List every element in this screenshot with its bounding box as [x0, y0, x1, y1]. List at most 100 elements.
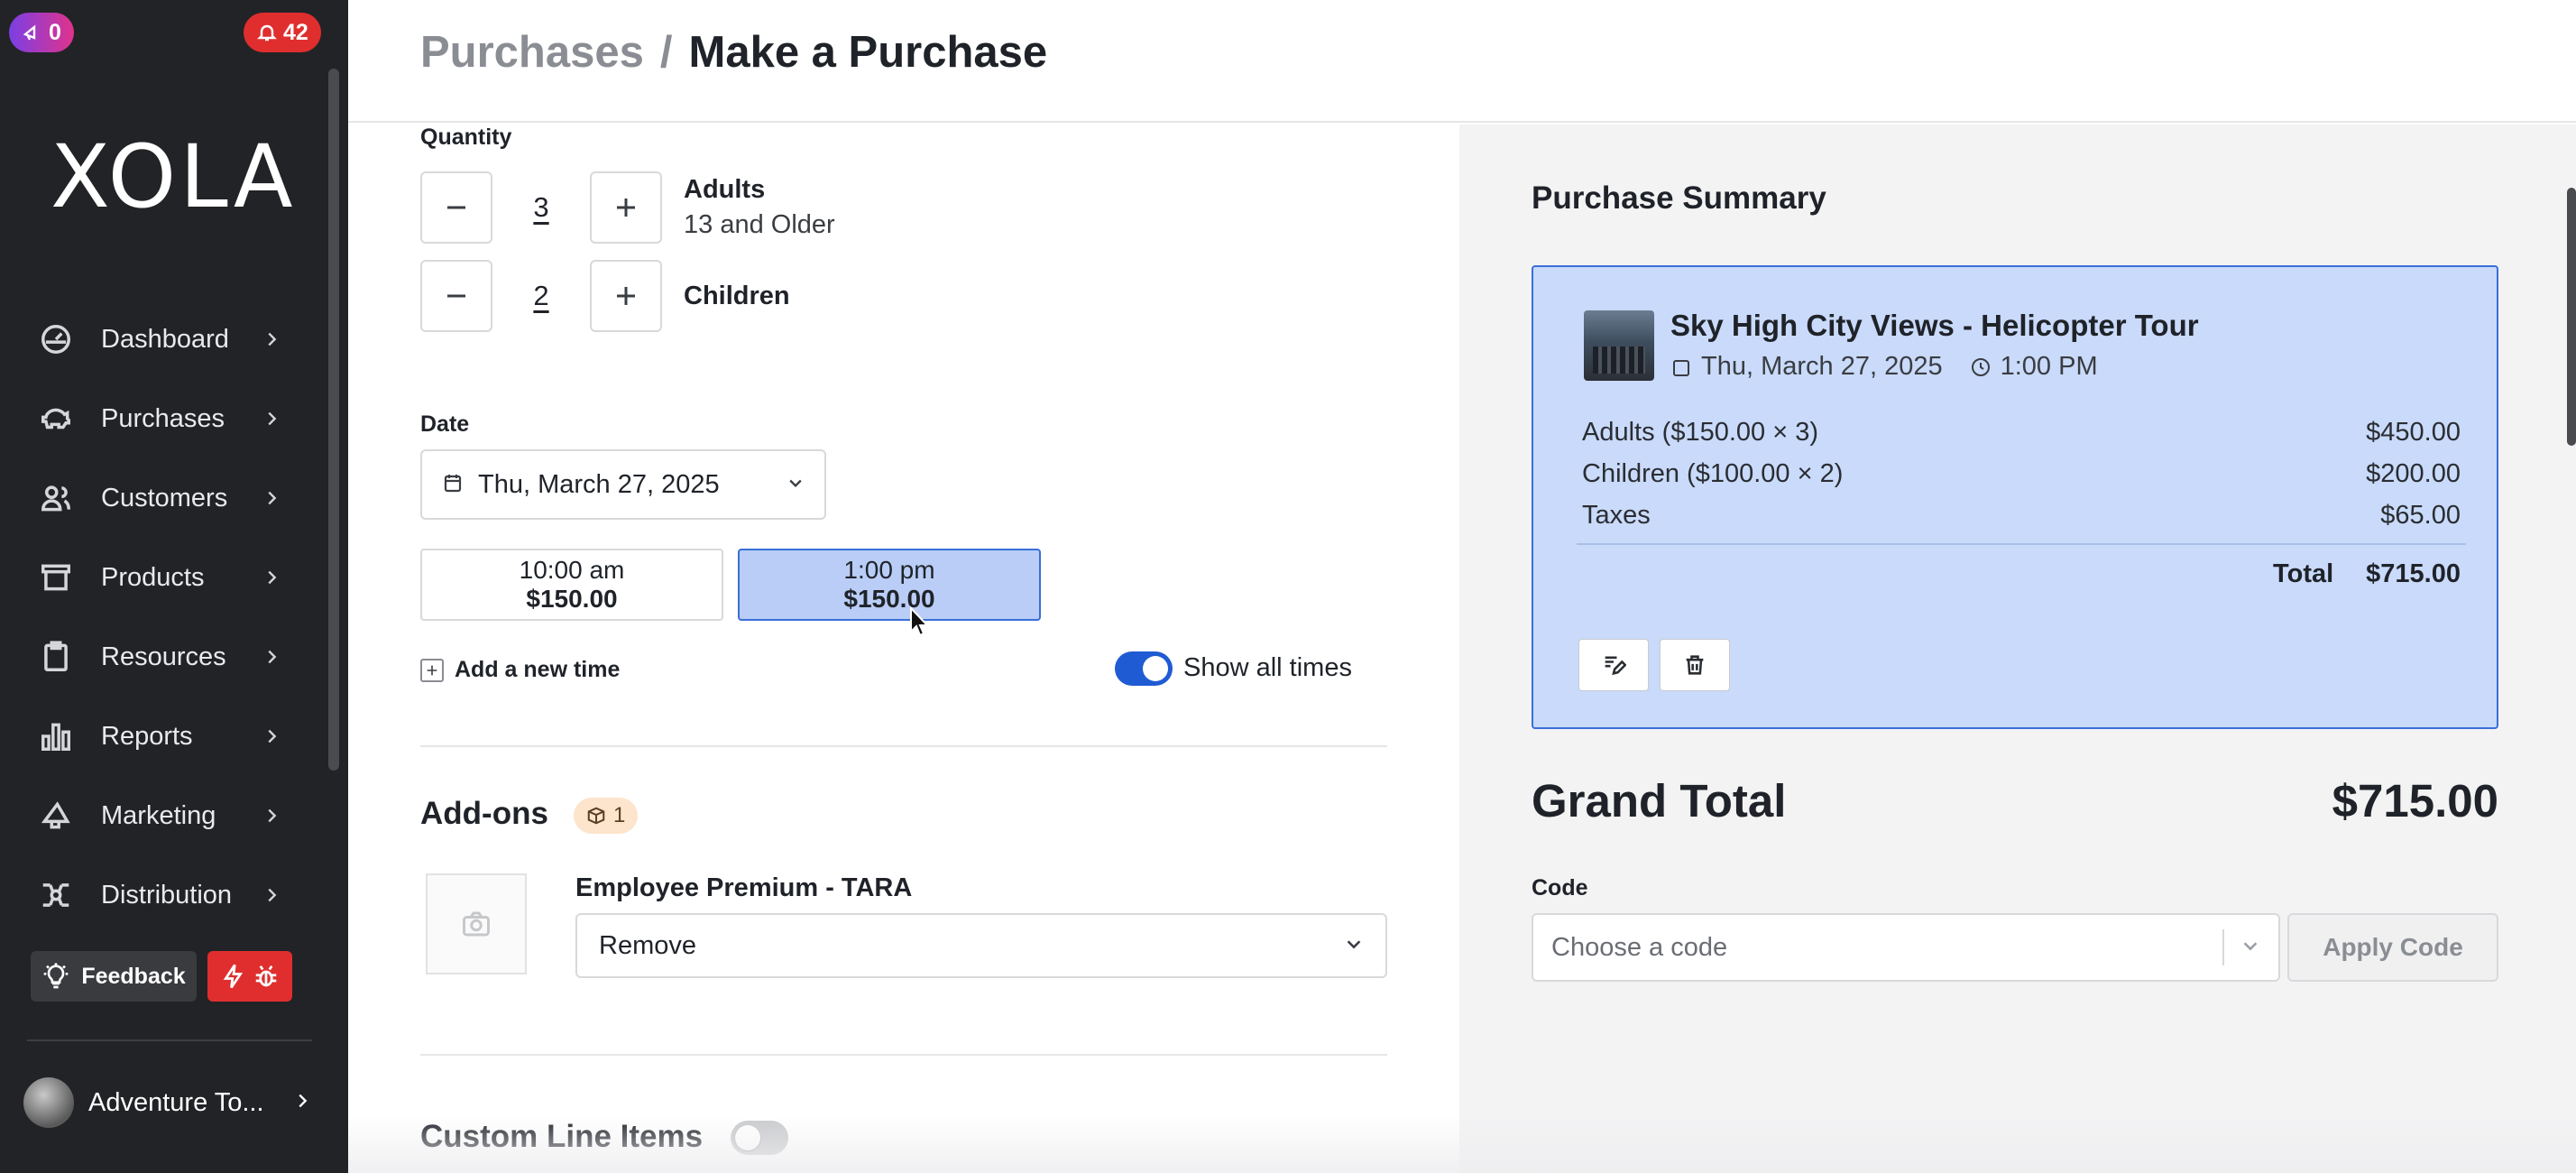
toggle-knob	[735, 1125, 760, 1150]
delete-item-button[interactable]	[1660, 639, 1730, 691]
archive-box-icon	[38, 559, 74, 596]
xola-logo[interactable]: XOLA	[51, 134, 297, 220]
sidebar-scrollbar[interactable]	[328, 69, 339, 771]
line-item-label: Children ($100.00 × 2)	[1582, 458, 1844, 488]
clipboard-icon	[38, 639, 74, 675]
minus-icon	[447, 206, 465, 209]
addon-action-value: Remove	[599, 930, 696, 960]
sidebar-item-label: Marketing	[101, 800, 216, 830]
code-select[interactable]: Choose a code	[1532, 913, 2280, 982]
product-title: Sky High City Views - Helicopter Tour	[1670, 309, 2199, 342]
sidebar-item-label: Purchases	[101, 403, 225, 433]
breadcrumb: Purchases / Make a Purchase	[420, 27, 1047, 78]
total-value: $715.00	[2366, 559, 2461, 588]
edit-icon	[1605, 656, 1626, 676]
children-label: Children	[684, 281, 790, 310]
trash-icon	[1686, 655, 1704, 675]
megaphone-icon	[23, 24, 36, 41]
chevron-right-icon	[262, 806, 281, 826]
children-increment-button[interactable]	[590, 260, 662, 332]
breadcrumb-purchases-link[interactable]: Purchases	[420, 27, 644, 78]
breadcrumb-separator: /	[659, 28, 673, 77]
total-row: Total $715.00	[1582, 554, 2461, 594]
quantity-row-children: 2 Children	[420, 260, 790, 332]
chevron-down-icon	[787, 474, 805, 496]
lightbulb-icon	[43, 963, 69, 989]
date-picker[interactable]: Thu, March 27, 2025	[420, 449, 826, 520]
show-all-times-toggle[interactable]	[1115, 651, 1173, 686]
time-slot-10am[interactable]: 10:00 am $150.00	[420, 549, 723, 621]
sidebar-divider	[27, 1039, 312, 1041]
time-slot-time: 1:00 pm	[843, 556, 935, 584]
adults-decrement-button[interactable]	[420, 171, 492, 244]
feedback-label: Feedback	[81, 963, 186, 989]
page-title: Make a Purchase	[688, 28, 1048, 77]
chevron-right-icon	[262, 329, 281, 349]
children-decrement-button[interactable]	[420, 260, 492, 332]
account-name: Adventure To...	[88, 1087, 264, 1117]
product-schedule: Thu, March 27, 2025 1:00 PM	[1670, 352, 2098, 382]
chevron-right-icon	[292, 1091, 312, 1115]
sidebar-item-distribution[interactable]: Distribution	[0, 855, 325, 935]
sidebar-item-products[interactable]: Products	[0, 538, 325, 617]
plus-square-icon	[420, 658, 444, 682]
total-label: Total	[2273, 559, 2334, 588]
plus-icon	[617, 199, 635, 217]
time-slot-price: $150.00	[526, 585, 618, 613]
account-menu[interactable]: Adventure To...	[23, 1077, 312, 1128]
section-divider	[420, 745, 1387, 747]
dashboard-icon	[38, 321, 74, 357]
line-item-amount: $65.00	[2380, 500, 2461, 530]
edit-item-button[interactable]	[1578, 639, 1649, 691]
custom-line-items-toggle[interactable]	[731, 1121, 788, 1155]
notifications-count: 42	[283, 19, 308, 45]
children-quantity-value[interactable]: 2	[492, 280, 590, 312]
apply-code-button[interactable]: Apply Code	[2287, 913, 2498, 982]
sidebar-item-label: Products	[101, 562, 205, 592]
add-new-time-label: Add a new time	[455, 657, 621, 682]
notifications-badge[interactable]: 42	[244, 13, 321, 52]
sidebar-item-customers[interactable]: Customers	[0, 458, 325, 538]
date-value: Thu, March 27, 2025	[478, 469, 720, 499]
grand-total-value: $715.00	[2332, 775, 2498, 827]
chevron-down-icon	[1344, 934, 1364, 958]
toggle-knob	[1143, 656, 1168, 681]
time-slot-1pm[interactable]: 1:00 pm $150.00	[738, 549, 1041, 621]
adults-increment-button[interactable]	[590, 171, 662, 244]
box-icon	[587, 807, 605, 825]
sidebar-item-resources[interactable]: Resources	[0, 617, 325, 697]
time-slot-time: 10:00 am	[519, 556, 625, 584]
adults-quantity-value[interactable]: 3	[492, 191, 590, 224]
custom-line-items-title: Custom Line Items	[420, 1119, 704, 1154]
line-item-amount: $200.00	[2366, 458, 2461, 488]
lightning-icon	[223, 964, 244, 989]
code-label: Code	[1532, 875, 1588, 901]
distribution-icon	[38, 877, 74, 913]
adults-description: 13 and Older	[684, 210, 835, 239]
feedback-button[interactable]: Feedback	[31, 951, 197, 1002]
clock-icon	[1971, 357, 1990, 376]
adults-label-group: Adults 13 and Older	[684, 175, 835, 240]
sidebar-item-label: Reports	[101, 721, 193, 751]
sidebar-item-marketing[interactable]: Marketing	[0, 776, 325, 855]
add-new-time-button[interactable]: Add a new time	[420, 657, 620, 683]
quantity-label: Quantity	[420, 125, 512, 150]
purchase-summary-panel: Purchase Summary Sky High City Views - H…	[1459, 125, 2576, 1173]
show-all-times-label: Show all times	[1183, 653, 1352, 682]
line-items: Adults ($150.00 × 3) $450.00 Children ($…	[1577, 411, 2466, 594]
page-scrollbar[interactable]	[2567, 188, 2576, 446]
sidebar-item-label: Dashboard	[101, 324, 229, 354]
card-actions	[1578, 639, 1730, 691]
sidebar-item-purchases[interactable]: Purchases	[0, 379, 325, 458]
line-item: Adults ($150.00 × 3) $450.00	[1582, 411, 2461, 453]
sidebar-nav: Dashboard Purchases Customers Products R…	[0, 300, 325, 935]
announcements-badge[interactable]: 0	[9, 13, 74, 52]
sidebar-item-reports[interactable]: Reports	[0, 697, 325, 776]
chevron-right-icon	[262, 568, 281, 587]
quantity-row-adults: 3 Adults 13 and Older	[420, 171, 835, 244]
addon-action-select[interactable]: Remove	[575, 913, 1387, 978]
report-bug-button[interactable]	[207, 951, 292, 1002]
sidebar-item-dashboard[interactable]: Dashboard	[0, 300, 325, 379]
piggy-bank-icon	[38, 401, 74, 437]
total-divider	[1577, 543, 2466, 545]
